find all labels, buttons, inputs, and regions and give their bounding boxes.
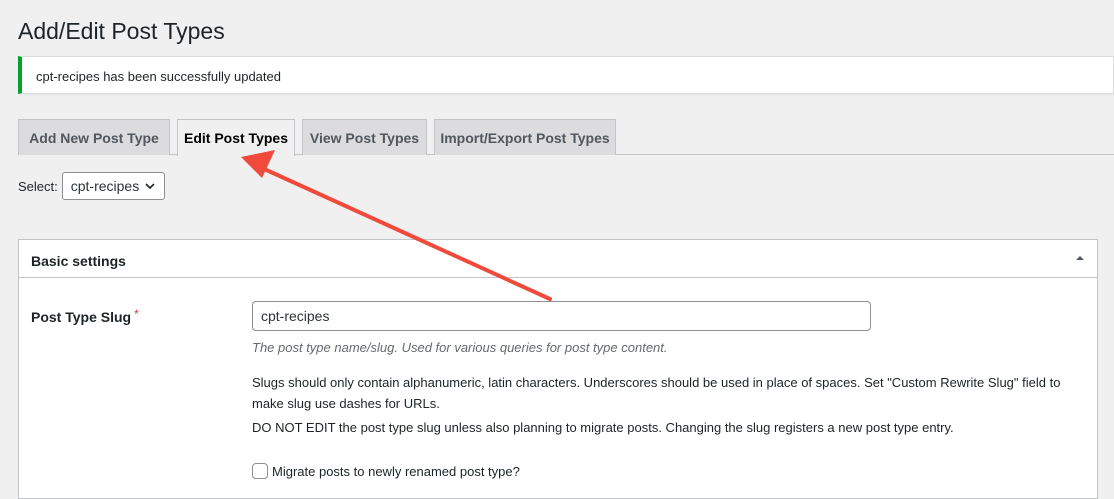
tab-edit-post-types[interactable]: Edit Post Types — [177, 119, 295, 156]
slug-label-text: Post Type Slug — [31, 309, 132, 325]
select-value: cpt-recipes — [70, 178, 140, 194]
migrate-checkbox[interactable] — [252, 463, 268, 479]
slug-warning: DO NOT EDIT the post type slug unless al… — [252, 420, 954, 435]
post-type-slug-input[interactable] — [252, 301, 871, 331]
tab-bar: Add New Post Type Edit Post Types View P… — [18, 119, 1114, 156]
tab-add-new-post-type[interactable]: Add New Post Type — [18, 119, 170, 155]
migrate-label: Migrate posts to newly renamed post type… — [272, 463, 520, 479]
select-row: Select: cpt-recipes — [18, 172, 165, 200]
notice-text: cpt-recipes has been successfully update… — [36, 69, 281, 84]
panel-header[interactable]: Basic settings — [19, 240, 1097, 278]
post-type-select[interactable]: cpt-recipes — [61, 172, 165, 200]
collapse-toggle-icon[interactable] — [1075, 253, 1085, 263]
tab-view-post-types[interactable]: View Post Types — [302, 119, 427, 155]
success-notice: cpt-recipes has been successfully update… — [18, 56, 1114, 94]
select-label: Select: — [18, 178, 58, 194]
migrate-row: Migrate posts to newly renamed post type… — [252, 463, 520, 479]
panel-title: Basic settings — [31, 253, 126, 269]
slug-description: Slugs should only contain alphanumeric, … — [252, 375, 1061, 411]
slug-hint: The post type name/slug. Used for variou… — [252, 340, 668, 355]
required-mark: * — [134, 307, 139, 321]
basic-settings-panel: Basic settings Post Type Slug* The post … — [18, 239, 1098, 499]
chevron-down-icon — [145, 183, 155, 190]
page-title: Add/Edit Post Types — [18, 18, 225, 44]
slug-label: Post Type Slug * — [31, 307, 139, 325]
tab-import-export-post-types[interactable]: Import/Export Post Types — [434, 119, 616, 155]
